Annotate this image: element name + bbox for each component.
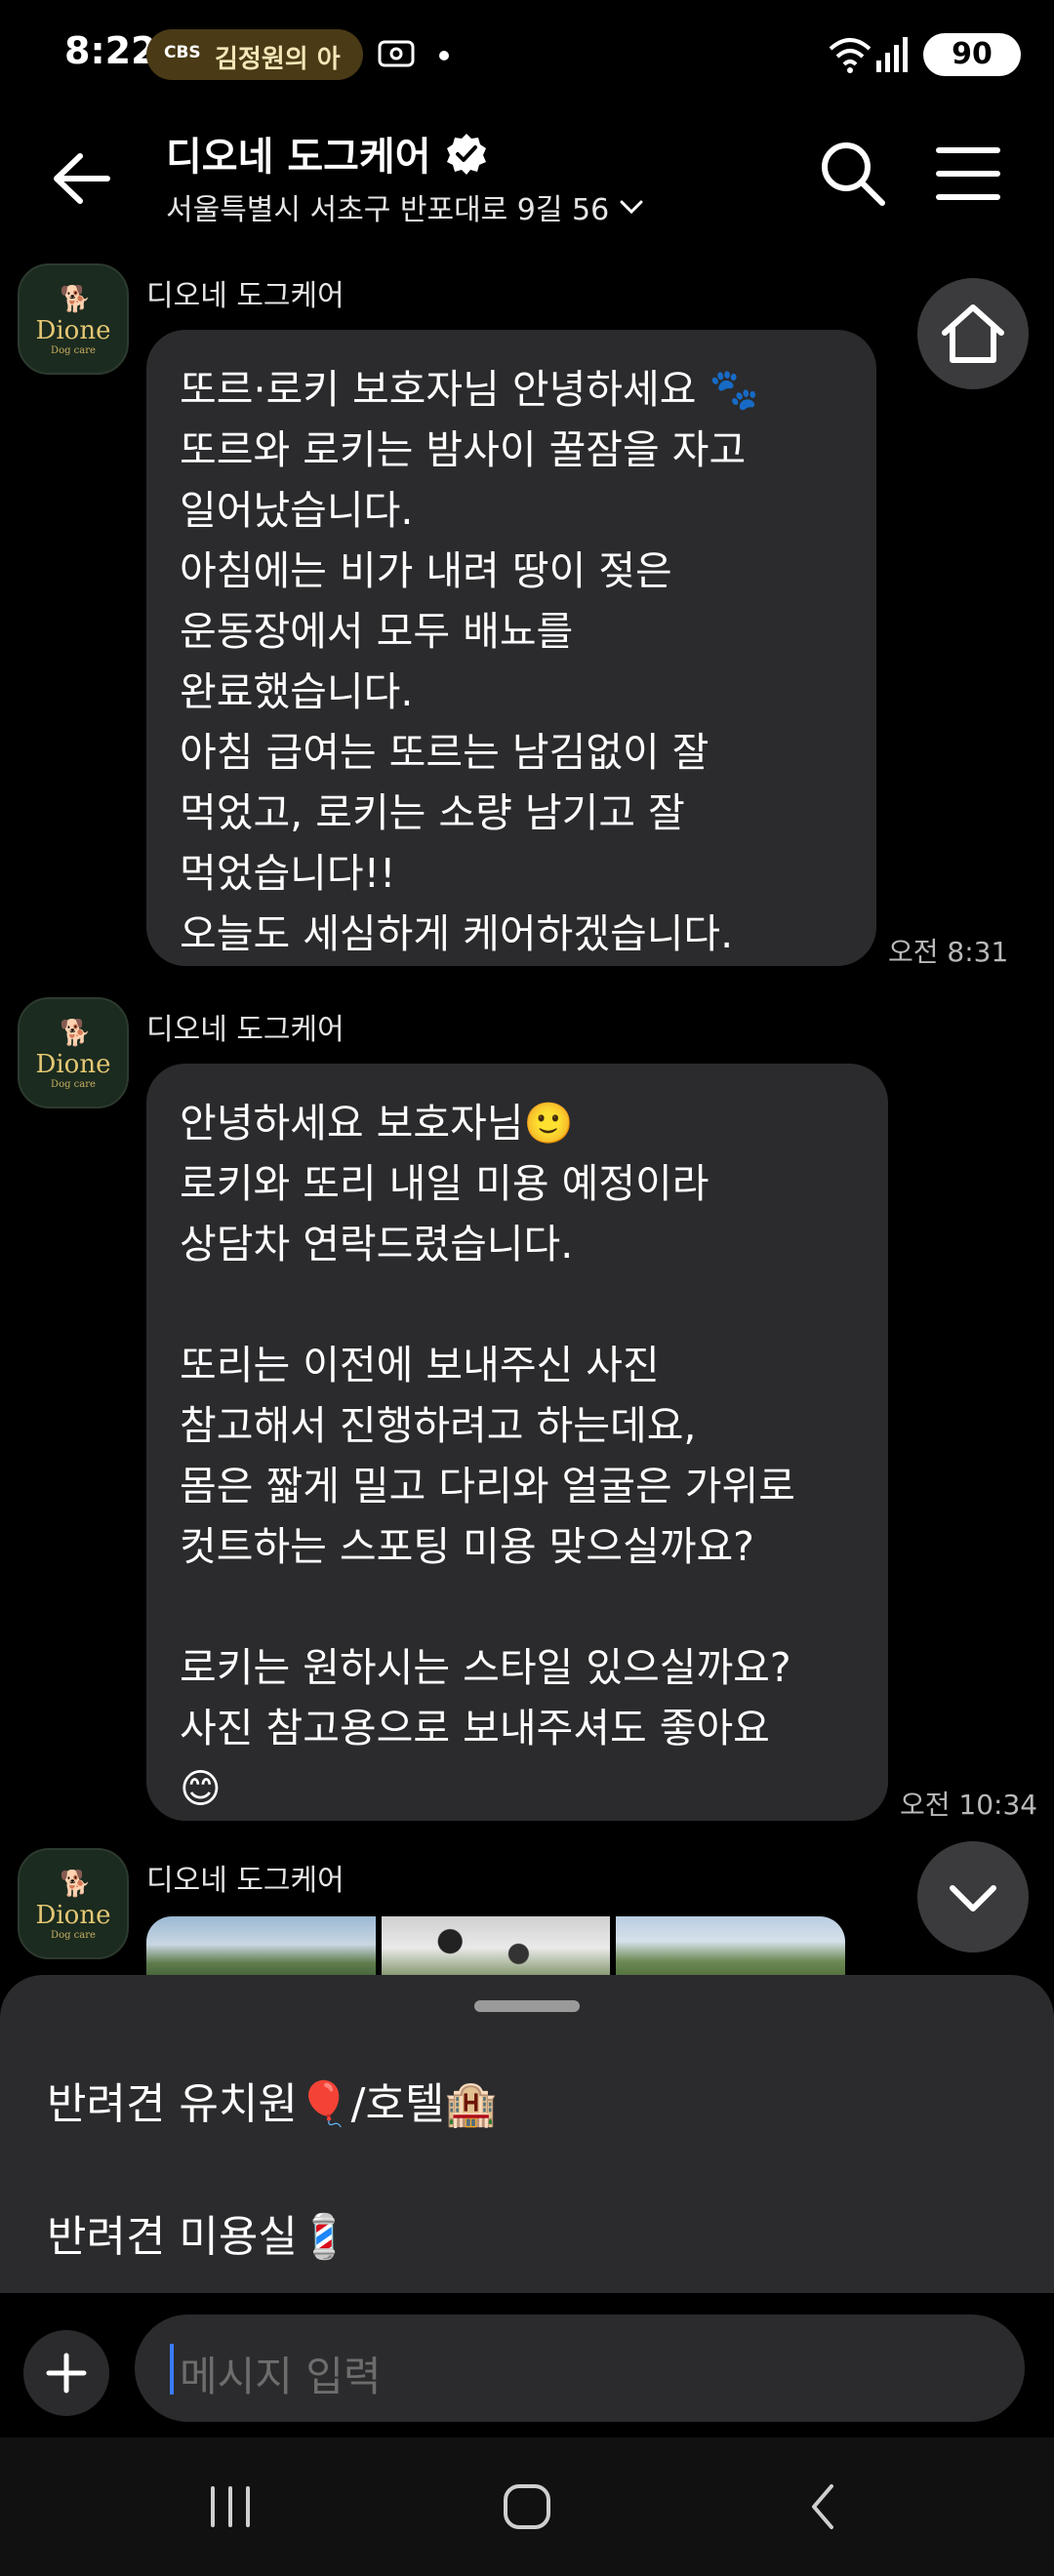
- input-placeholder: 메시지 입력: [180, 2353, 382, 2400]
- photo-thumbnail[interactable]: [381, 1916, 611, 1979]
- chevron-down-icon: [950, 1885, 996, 1912]
- avatar-sub: Dog care: [51, 1930, 96, 1941]
- media-title: 김정원의 아: [215, 45, 341, 74]
- home-nav-icon[interactable]: [488, 2473, 566, 2541]
- text-cursor: [170, 2344, 174, 2395]
- chevron-down-icon: [620, 200, 643, 215]
- attach-button[interactable]: [23, 2330, 109, 2416]
- dog-logo-icon: 🐕: [60, 1870, 92, 1899]
- avatar[interactable]: 🐕 Dione Dog care: [18, 997, 129, 1108]
- chat-title: 디오네 도그케어: [166, 135, 431, 180]
- sender-name: 디오네 도그케어: [146, 1864, 345, 1898]
- search-icon[interactable]: [816, 137, 888, 209]
- photo-thumbnail[interactable]: [616, 1916, 845, 1979]
- recent-apps-icon[interactable]: [191, 2473, 269, 2541]
- menu-item-kindergarten-hotel[interactable]: 반려견 유치원🎈/호텔🏨: [47, 2069, 498, 2131]
- message-time: 오전 8:31: [888, 936, 1009, 968]
- message-time: 오전 10:34: [900, 1789, 1038, 1821]
- avatar[interactable]: 🐕 Dione Dog care: [18, 263, 129, 375]
- plus-icon: [46, 2353, 87, 2394]
- signal-icon: [876, 37, 908, 72]
- chat-title-wrap[interactable]: 디오네 도그케어: [166, 125, 488, 181]
- back-nav-icon[interactable]: [785, 2473, 863, 2541]
- sender-name: 디오네 도그케어: [146, 279, 345, 313]
- battery-indicator: 90: [923, 33, 1021, 76]
- notification-dot-icon: [439, 51, 449, 60]
- avatar-sub: Dog care: [51, 1079, 96, 1090]
- address-text: 서울특별시 서초구 반포대로 9길 56: [166, 193, 610, 227]
- home-icon: [942, 304, 1004, 363]
- photo-album[interactable]: [146, 1916, 845, 1979]
- quick-menu-sheet: 반려견 유치원🎈/호텔🏨 반려견 미용실💈: [0, 1975, 1054, 2293]
- media-notification-pill[interactable]: CBS 김정원의 아: [146, 29, 363, 80]
- message-input[interactable]: 메시지 입력: [135, 2314, 1025, 2422]
- radio-logo: CBS: [164, 43, 201, 62]
- system-nav-bar: [0, 2437, 1054, 2576]
- menu-item-grooming[interactable]: 반려견 미용실💈: [47, 2201, 351, 2264]
- status-time: 8:22: [64, 29, 157, 72]
- screenshot-icon: [378, 40, 415, 67]
- chat-header: 디오네 도그케어 서울특별시 서초구 반포대로 9길 56: [0, 107, 1054, 254]
- message-bubble[interactable]: 또르·로키 보호자님 안녕하세요 🐾 또르와 로키는 밤사이 꿀잠을 자고 일어…: [146, 330, 876, 966]
- status-bar: 8:22 CBS 김정원의 아 90: [0, 0, 1054, 107]
- avatar[interactable]: 🐕 Dione Dog care: [18, 1848, 129, 1959]
- arrow-left-icon[interactable]: [39, 135, 127, 222]
- dog-logo-icon: 🐕: [60, 285, 92, 314]
- avatar-brand: Dione: [35, 1901, 111, 1930]
- avatar-sub: Dog care: [51, 345, 96, 356]
- wifi-icon: [829, 38, 872, 73]
- sheet-drag-handle[interactable]: [474, 2000, 580, 2012]
- home-button[interactable]: [917, 278, 1029, 389]
- photo-thumbnail[interactable]: [146, 1916, 376, 1979]
- dog-logo-icon: 🐕: [60, 1019, 92, 1048]
- verified-badge-icon: [446, 134, 486, 175]
- message-composer: 메시지 입력: [0, 2293, 1054, 2437]
- chat-address[interactable]: 서울특별시 서초구 반포대로 9길 56: [166, 185, 646, 228]
- avatar-brand: Dione: [35, 1050, 111, 1079]
- avatar-brand: Dione: [35, 316, 111, 345]
- hamburger-menu-icon[interactable]: [933, 142, 1003, 205]
- scroll-to-bottom-button[interactable]: [917, 1841, 1029, 1952]
- message-bubble[interactable]: 안녕하세요 보호자님🙂 로키와 또리 내일 미용 예정이라 상담차 연락드렸습니…: [146, 1064, 888, 1821]
- sender-name: 디오네 도그케어: [146, 1013, 345, 1047]
